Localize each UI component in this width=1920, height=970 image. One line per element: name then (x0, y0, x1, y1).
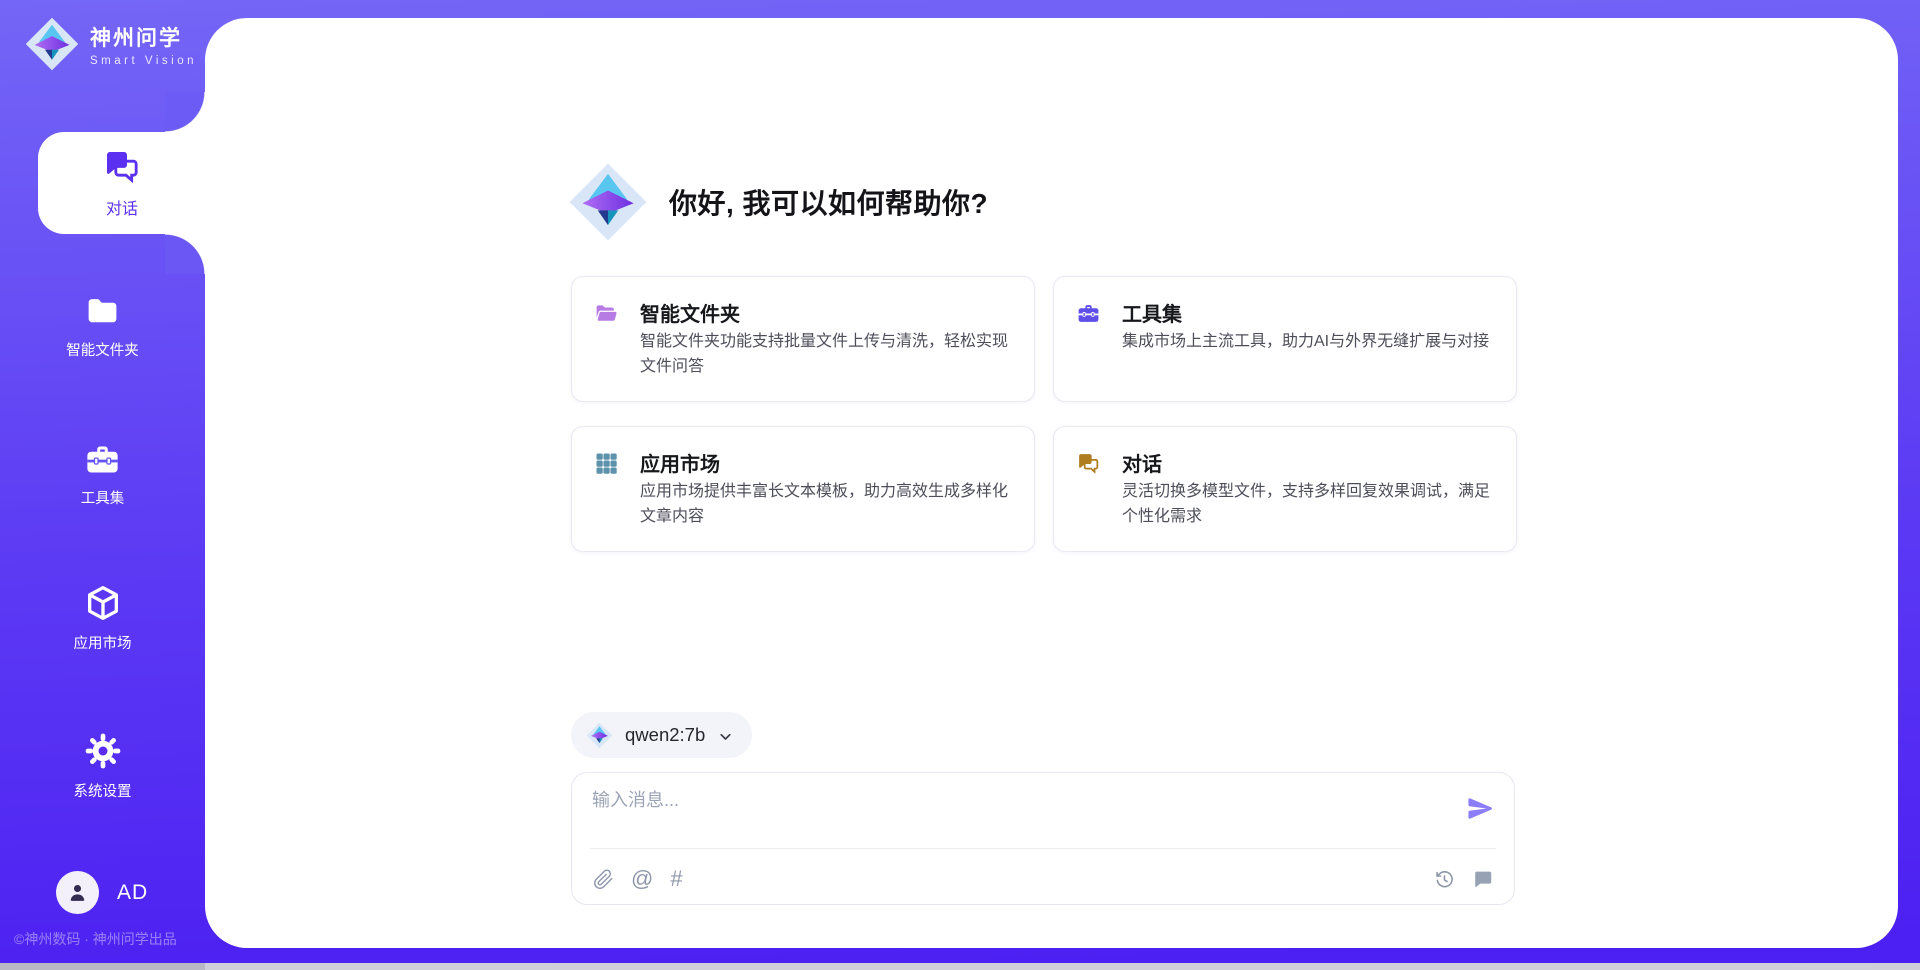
greeting-title: 你好, 我可以如何帮助你? (669, 182, 988, 222)
card-desc: 应用市场提供丰富长文本模板，助力高效生成多样化文章内容 (640, 479, 1012, 529)
sidebar: 神州问学 Smart Vision 对话 智能文件夹 工具集 应用 (0, 0, 205, 970)
sidebar-item-label: 工具集 (81, 487, 125, 508)
tab-fillet-bottom (165, 234, 206, 274)
composer-divider (590, 848, 1496, 849)
folder-open-icon (594, 301, 619, 326)
brand: 神州问学 Smart Vision (24, 16, 197, 72)
sidebar-item-app-market[interactable]: 应用市场 (0, 583, 205, 653)
message-composer: @ # (571, 772, 1515, 905)
brand-name-cn: 神州问学 (90, 22, 197, 52)
chat-icon (102, 147, 142, 187)
message-input[interactable] (592, 786, 1442, 842)
sidebar-item-toolset[interactable]: 工具集 (0, 441, 205, 508)
chevron-down-icon (717, 728, 734, 745)
card-smart-folder[interactable]: 智能文件夹 智能文件夹功能支持批量文件上传与清洗，轻松实现文件问答 (571, 276, 1035, 402)
gem-logo-icon (567, 161, 649, 243)
history-icon[interactable] (1434, 869, 1455, 890)
card-desc: 智能文件夹功能支持批量文件上传与清洗，轻松实现文件问答 (640, 329, 1012, 379)
brand-gem-logo-icon (24, 16, 80, 72)
briefcase-icon (84, 441, 121, 478)
send-icon (1466, 794, 1495, 823)
card-desc: 集成市场上主流工具，助力AI与外界无缝扩展与对接 (1122, 329, 1494, 354)
greeting: 你好, 我可以如何帮助你? (567, 161, 988, 243)
sidebar-item-chat[interactable]: 对话 (38, 132, 206, 234)
attach-icon[interactable] (593, 869, 614, 890)
person-icon (65, 880, 90, 905)
card-desc: 灵活切换多模型文件，支持多样回复效果调试，满足个性化需求 (1122, 479, 1494, 529)
briefcase-icon (1076, 301, 1101, 326)
sidebar-item-label: 智能文件夹 (66, 339, 139, 360)
sidebar-item-settings[interactable]: 系统设置 (0, 731, 205, 801)
sidebar-item-label: 对话 (106, 195, 138, 219)
hashtag-icon[interactable]: # (670, 868, 682, 890)
composer-toolbar: @ # (593, 861, 1494, 897)
card-title: 工具集 (1122, 298, 1182, 327)
send-button[interactable] (1466, 794, 1495, 823)
card-title: 智能文件夹 (640, 298, 740, 327)
card-title: 对话 (1122, 448, 1162, 477)
user-account[interactable]: AD (56, 871, 148, 914)
chat-icon (1076, 451, 1101, 476)
copyright-footer: ©神州数码 · 神州问学出品 (14, 929, 177, 949)
feature-cards: 智能文件夹 智能文件夹功能支持批量文件上传与清洗，轻松实现文件问答 工具集 集成… (571, 276, 1517, 552)
model-selector[interactable]: qwen2:7b (571, 712, 752, 758)
sidebar-item-label: 应用市场 (74, 632, 132, 653)
cube-icon (83, 583, 123, 623)
card-chat[interactable]: 对话 灵活切换多模型文件，支持多样回复效果调试，满足个性化需求 (1053, 426, 1517, 552)
sidebar-item-smart-folder[interactable]: 智能文件夹 (0, 293, 205, 360)
tab-fillet-top (165, 92, 206, 132)
brand-name-en: Smart Vision (90, 55, 197, 67)
feedback-chat-icon[interactable] (1472, 868, 1494, 890)
gear-icon (83, 731, 123, 771)
sidebar-item-label: 系统设置 (74, 780, 132, 801)
card-toolset[interactable]: 工具集 集成市场上主流工具，助力AI与外界无缝扩展与对接 (1053, 276, 1517, 402)
main-panel: 你好, 我可以如何帮助你? 智能文件夹 智能文件夹功能支持批量文件上传与清洗，轻… (205, 18, 1898, 948)
card-app-market[interactable]: 应用市场 应用市场提供丰富长文本模板，助力高效生成多样化文章内容 (571, 426, 1035, 552)
grid-icon (594, 451, 619, 476)
user-label: AD (117, 881, 148, 905)
gem-logo-icon (586, 722, 613, 749)
mention-icon[interactable]: @ (631, 868, 653, 890)
window-bottom-edge (0, 963, 1920, 970)
card-title: 应用市场 (640, 448, 720, 477)
model-name: qwen2:7b (625, 724, 705, 746)
avatar (56, 871, 99, 914)
folder-icon (84, 293, 121, 330)
